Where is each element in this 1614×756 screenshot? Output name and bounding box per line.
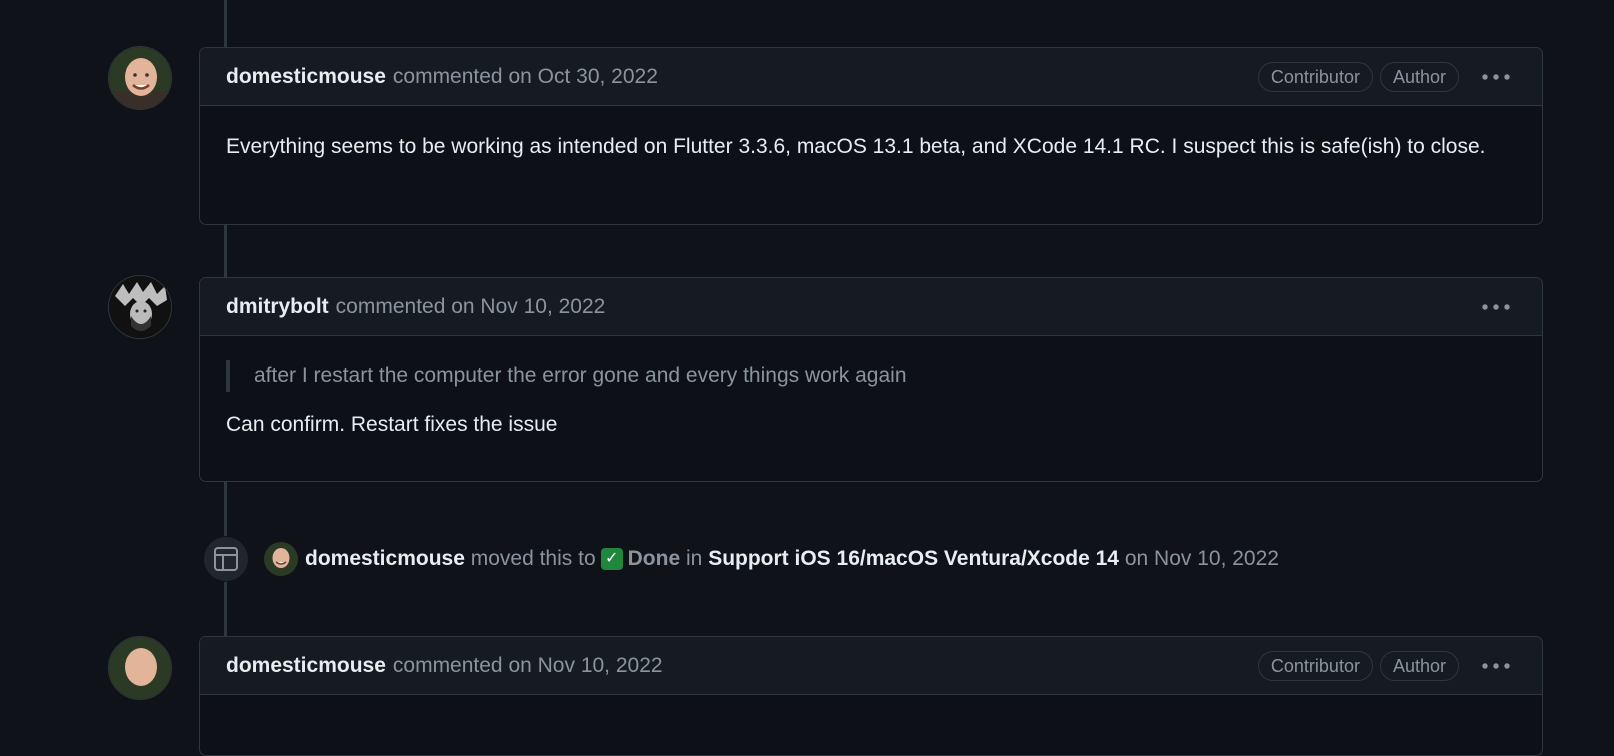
project-link[interactable]: Support iOS 16/macOS Ventura/Xcode 14 bbox=[708, 547, 1119, 571]
comment-header: domesticmouse commented on Oct 30, 2022 … bbox=[200, 48, 1542, 106]
event-actor-link[interactable]: domesticmouse bbox=[305, 547, 465, 571]
comment-card: domesticmouse commented on Oct 30, 2022 … bbox=[199, 47, 1543, 225]
comment-body: after I restart the computer the error g… bbox=[200, 336, 1542, 466]
avatar[interactable] bbox=[264, 542, 298, 576]
timeline-line bbox=[224, 582, 227, 636]
contributor-label: Contributor bbox=[1257, 650, 1373, 681]
avatar[interactable] bbox=[108, 275, 172, 339]
avatar[interactable] bbox=[108, 636, 172, 700]
event-date[interactable]: on Nov 10, 2022 bbox=[1125, 547, 1279, 571]
blockquote: after I restart the computer the error g… bbox=[226, 360, 1516, 392]
timeline-line bbox=[224, 480, 227, 536]
timeline-line bbox=[224, 224, 227, 277]
kebab-horizontal-icon[interactable] bbox=[1476, 64, 1516, 90]
comment-timestamp-link[interactable]: commented on Oct 30, 2022 bbox=[393, 65, 658, 89]
comment-author-link[interactable]: dmitrybolt bbox=[226, 295, 329, 319]
comment-text: Can confirm. Restart fixes the issue bbox=[226, 413, 558, 436]
comment-card: dmitrybolt commented on Nov 10, 2022 aft… bbox=[199, 277, 1543, 482]
comment-author-link[interactable]: domesticmouse bbox=[226, 65, 386, 89]
contributor-label: Contributor bbox=[1257, 61, 1373, 92]
comment-timestamp-link[interactable]: commented on Nov 10, 2022 bbox=[336, 295, 606, 319]
author-label: Author bbox=[1379, 61, 1459, 92]
table-icon bbox=[204, 537, 248, 581]
comment-text: Everything seems to be working as intend… bbox=[226, 135, 1486, 158]
avatar[interactable] bbox=[108, 46, 172, 110]
comment-body: Everything seems to be working as intend… bbox=[200, 106, 1542, 188]
event-action-text: moved this to bbox=[470, 547, 596, 570]
comment-header: dmitrybolt commented on Nov 10, 2022 bbox=[200, 278, 1542, 336]
status-done: Done bbox=[627, 547, 681, 570]
timeline-event: domesticmouse moved this to ✓ Done in Su… bbox=[204, 536, 1279, 582]
comment-card: domesticmouse commented on Nov 10, 2022 … bbox=[199, 636, 1543, 756]
comment-author-link[interactable]: domesticmouse bbox=[226, 654, 386, 678]
comment-header: domesticmouse commented on Nov 10, 2022 … bbox=[200, 637, 1542, 695]
check-mark-icon: ✓ bbox=[600, 548, 623, 570]
kebab-horizontal-icon[interactable] bbox=[1476, 294, 1516, 320]
kebab-horizontal-icon[interactable] bbox=[1476, 653, 1516, 679]
timeline-line bbox=[224, 0, 227, 48]
comment-timestamp-link[interactable]: commented on Nov 10, 2022 bbox=[393, 654, 663, 678]
author-label: Author bbox=[1379, 650, 1459, 681]
event-in-text: in bbox=[685, 547, 703, 570]
